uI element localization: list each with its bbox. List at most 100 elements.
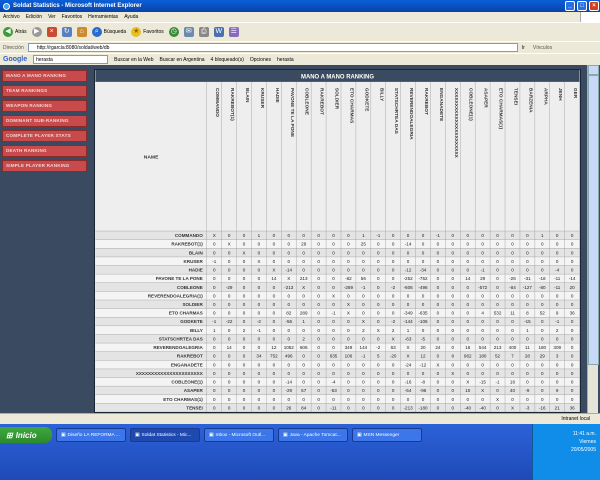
page-content: Mano a Mano Ranking Team rankings Weapon…: [0, 65, 600, 413]
table-cell: -63: [405, 336, 412, 341]
table-row: [95, 317, 580, 326]
table-cell: -252: [404, 276, 414, 281]
task-msn-messenger[interactable]: ▣ MSN Messenger: [352, 428, 422, 442]
windows-logo-icon: [580, 12, 600, 22]
refresh-icon: ↻: [61, 27, 72, 37]
table-cell: -31: [524, 276, 531, 281]
popup-blocked-button[interactable]: 4 bloqueado(s): [211, 57, 244, 63]
go-button[interactable]: Ir: [522, 45, 525, 51]
history-button[interactable]: ◷: [168, 27, 179, 37]
menu-herramientas[interactable]: Herramientas: [88, 14, 118, 20]
edit-button[interactable]: W: [213, 27, 224, 37]
task-outlook-inbox[interactable]: ▣ Inbox - Microsoft Outl...: [204, 428, 274, 442]
table-cell: -180: [418, 405, 428, 410]
row-name: HADIE: [189, 268, 203, 273]
favorites-button[interactable]: ★ Favoritos: [131, 27, 164, 37]
table-cell: -4: [331, 380, 336, 385]
table-cell: -40: [464, 405, 471, 410]
table-corner-label: NAME: [144, 154, 159, 160]
row-name: ETO CHARMAS: [169, 311, 203, 316]
google-toolbar: Google herasta Buscar en la Web Buscar e…: [0, 53, 600, 65]
nav-dominant-sub-ranking[interactable]: Dominant sub-ranking: [2, 115, 87, 127]
google-search-input[interactable]: herasta: [33, 55, 109, 64]
table-cell: -53: [330, 388, 337, 393]
start-button[interactable]: ⊞ Inicio: [0, 427, 52, 443]
forward-button[interactable]: ▶: [31, 27, 42, 37]
menu-ver[interactable]: Ver: [48, 14, 56, 20]
nav-weapon-ranking[interactable]: Weapon ranking: [2, 100, 87, 112]
nav-team-rankings[interactable]: Team rankings: [2, 85, 87, 97]
table-cell: 52: [495, 354, 501, 359]
task-java-tomcat[interactable]: ▣ Java - Apache Tomcat...: [278, 428, 348, 442]
vertical-scrollbar[interactable]: [587, 65, 599, 413]
row-name: GODKETE: [180, 319, 203, 324]
nav-death-ranking[interactable]: Death Ranking: [2, 145, 87, 157]
close-button[interactable]: ×: [589, 1, 599, 11]
search-web-button[interactable]: Buscar en la Web: [114, 57, 153, 63]
table-row: [95, 351, 580, 361]
table-cell: 180: [479, 354, 487, 359]
table-cell: -8: [421, 380, 426, 385]
menu-ayuda[interactable]: Ayuda: [124, 14, 138, 20]
menu-favoritos[interactable]: Favoritos: [62, 14, 83, 20]
table-cell: -14: [405, 242, 412, 247]
address-bar: Dirección http://rgarcia:8080/soldat/web…: [0, 41, 600, 53]
google-logo[interactable]: Google: [3, 56, 27, 63]
refresh-button[interactable]: ↻: [61, 27, 72, 37]
row-name: RAKREBOT: [177, 354, 203, 359]
table-cell: 56: [361, 276, 367, 281]
back-button[interactable]: ◀ Atrás: [3, 27, 27, 37]
search-button[interactable]: ⌕ Búsqueda: [91, 27, 126, 37]
menu-archivo[interactable]: Archivo: [3, 14, 20, 20]
table-cell: X: [257, 259, 260, 264]
highlight-term-button[interactable]: herasta: [277, 57, 294, 63]
minimize-button[interactable]: _: [565, 1, 575, 11]
nav-simple-player-ranking[interactable]: Simple player ranking: [2, 160, 87, 172]
tray-clock[interactable]: 11:41 a.m.: [537, 430, 596, 438]
table-cell: 752: [270, 354, 278, 359]
table-cell: 606: [300, 345, 308, 350]
table-cell: 213: [494, 345, 502, 350]
scroll-up-arrow-icon[interactable]: [588, 65, 599, 75]
table-cell: 400: [509, 345, 517, 350]
table-cell: X: [287, 276, 290, 281]
column-header: JENH: [557, 88, 563, 101]
home-button[interactable]: ⌂: [76, 27, 87, 37]
column-header: RAKREBOT(1): [229, 88, 235, 121]
table-cell: X: [392, 336, 395, 341]
menu-edicion[interactable]: Edición: [26, 14, 42, 20]
table-cell: -40: [479, 405, 486, 410]
links-label[interactable]: Vínculos: [533, 45, 552, 51]
table-cell: -496: [418, 285, 428, 290]
column-header: ETO CHARMAS(1): [498, 88, 504, 130]
stop-button[interactable]: ×: [46, 27, 57, 37]
search-argentina-button[interactable]: Buscar en Argentina: [160, 57, 205, 63]
table-row: [95, 248, 580, 257]
row-name: TENSEI: [186, 405, 202, 410]
column-header: REVERENDOALEGRIA: [408, 88, 414, 140]
table-cell: -9: [525, 388, 530, 393]
stop-icon: ×: [46, 27, 57, 37]
task-soldat-statistics[interactable]: ▣ Soldat Statistics - Mic...: [130, 428, 200, 442]
column-header: TENSEI: [512, 88, 518, 105]
column-header: COBLEONE: [304, 88, 310, 115]
table-cell: -22: [226, 319, 233, 324]
task-reforma[interactable]: ▣ Diseño LA REFORMA ...: [56, 428, 126, 442]
mail-button[interactable]: ✉: [183, 27, 194, 37]
row-name: BILLY: [190, 328, 203, 333]
menu-bar: Archivo Edición Ver Favoritos Herramient…: [0, 12, 600, 22]
maximize-button[interactable]: □: [577, 1, 587, 11]
table-cell: -289: [344, 285, 354, 290]
options-button[interactable]: Opciones: [250, 57, 271, 63]
task-label: Diseño LA REFORMA ...: [67, 432, 120, 438]
nav-mano-a-mano-ranking[interactable]: Mano a Mano Ranking: [2, 70, 87, 82]
discuss-button[interactable]: ☰: [228, 27, 239, 37]
nav-complete-player-stats[interactable]: Complete player stats: [2, 130, 87, 142]
address-input[interactable]: http://rgarcia:8080/soldat/web/db: [27, 43, 518, 52]
column-header: GER: [572, 88, 578, 99]
table-cell: -2: [257, 319, 262, 324]
scroll-thumb[interactable]: [588, 75, 599, 365]
windows-flag-icon: ⊞: [6, 430, 13, 440]
print-button[interactable]: ⎙: [198, 27, 209, 37]
table-cell: -1: [555, 319, 560, 324]
